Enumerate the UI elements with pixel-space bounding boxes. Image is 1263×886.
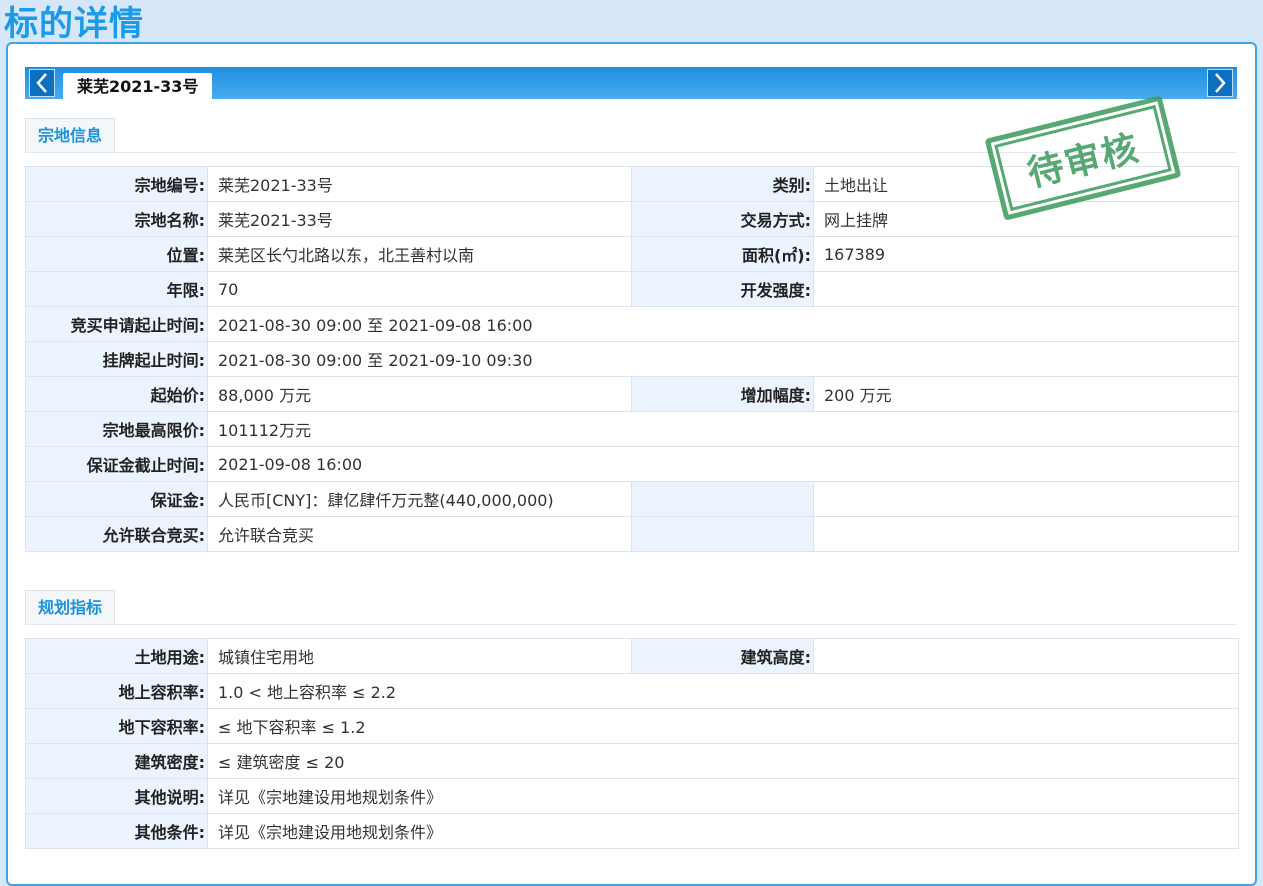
parcel-info-table: 宗地编号: 莱芜2021-33号 类别: 土地出让 宗地名称: 莱芜2021-33号 交易方… xyxy=(25,166,1239,552)
table-row: 地上容积率: 1.0 < 地上容积率 ≤ 2.2 xyxy=(25,673,1239,709)
section-header-planning: 规划指标 xyxy=(25,590,1237,625)
field-label: 建筑高度: xyxy=(631,638,814,674)
table-row: 土地用途: 城镇住宅用地 建筑高度: xyxy=(25,638,1239,674)
field-value: 88,000 万元 xyxy=(207,376,632,412)
field-value: 167389 xyxy=(813,236,1239,272)
field-label: 其他条件: xyxy=(25,813,208,849)
chevron-right-icon xyxy=(1215,73,1226,93)
field-value: 莱芜2021-33号 xyxy=(207,166,632,202)
table-row: 起始价: 88,000 万元 增加幅度: 200 万元 xyxy=(25,376,1239,412)
field-value: ≤ 建筑密度 ≤ 20 xyxy=(207,743,1239,779)
field-value: ≤ 地下容积率 ≤ 1.2 xyxy=(207,708,1239,744)
field-value: 200 万元 xyxy=(813,376,1239,412)
field-value xyxy=(813,271,1239,307)
planning-info-table: 土地用途: 城镇住宅用地 建筑高度: 地上容积率: 1.0 < 地上容积率 ≤ 2.2 地… xyxy=(25,638,1239,849)
table-row: 其他说明: 详见《宗地建设用地规划条件》 xyxy=(25,778,1239,814)
field-label: 地下容积率: xyxy=(25,708,208,744)
table-row: 保证金截止时间: 2021-09-08 16:00 xyxy=(25,446,1239,482)
table-row: 竞买申请起止时间: 2021-08-30 09:00 至 2021-09-08 1… xyxy=(25,306,1239,342)
table-row: 保证金: 人民币[CNY]：肆亿肆仟万元整(440,000,000) xyxy=(25,481,1239,517)
field-label: 面积(㎡): xyxy=(631,236,814,272)
field-value: 1.0 < 地上容积率 ≤ 2.2 xyxy=(207,673,1239,709)
field-value: 101112万元 xyxy=(207,411,1239,447)
field-label: 宗地最高限价: xyxy=(25,411,208,447)
field-label: 其他说明: xyxy=(25,778,208,814)
field-label xyxy=(631,481,814,517)
field-label: 土地用途: xyxy=(25,638,208,674)
field-label: 开发强度: xyxy=(631,271,814,307)
field-label: 保证金: xyxy=(25,481,208,517)
field-label: 允许联合竞买: xyxy=(25,516,208,552)
field-label: 地上容积率: xyxy=(25,673,208,709)
field-label: 建筑密度: xyxy=(25,743,208,779)
field-value xyxy=(813,481,1239,517)
field-label: 竞买申请起止时间: xyxy=(25,306,208,342)
field-value: 允许联合竞买 xyxy=(207,516,632,552)
field-label: 宗地名称: xyxy=(25,201,208,237)
field-value: 详见《宗地建设用地规划条件》 xyxy=(207,778,1239,814)
field-label: 宗地编号: xyxy=(25,166,208,202)
table-row: 建筑密度: ≤ 建筑密度 ≤ 20 xyxy=(25,743,1239,779)
field-label: 保证金截止时间: xyxy=(25,446,208,482)
section-tab-parcel[interactable]: 宗地信息 xyxy=(25,118,116,152)
table-row: 允许联合竞买: 允许联合竞买 xyxy=(25,516,1239,552)
field-value: 莱芜区长勺北路以东，北王善村以南 xyxy=(207,236,632,272)
page-title: 标的详情 xyxy=(4,4,144,44)
field-value: 人民币[CNY]：肆亿肆仟万元整(440,000,000) xyxy=(207,481,632,517)
table-row: 年限: 70 开发强度: xyxy=(25,271,1239,307)
table-row: 宗地最高限价: 101112万元 xyxy=(25,411,1239,447)
table-row: 其他条件: 详见《宗地建设用地规划条件》 xyxy=(25,813,1239,849)
field-label: 起始价: xyxy=(25,376,208,412)
field-value: 2021-08-30 09:00 至 2021-09-08 16:00 xyxy=(207,306,1239,342)
field-value xyxy=(813,516,1239,552)
tab-bar: 莱芜2021-33号 xyxy=(25,67,1237,101)
field-label: 挂牌起止时间: xyxy=(25,341,208,377)
field-value: 2021-09-08 16:00 xyxy=(207,446,1239,482)
tab-parcel[interactable]: 莱芜2021-33号 xyxy=(63,73,213,101)
field-value xyxy=(813,638,1239,674)
section-tab-planning[interactable]: 规划指标 xyxy=(25,590,116,624)
field-label: 增加幅度: xyxy=(631,376,814,412)
field-value: 70 xyxy=(207,271,632,307)
table-row: 地下容积率: ≤ 地下容积率 ≤ 1.2 xyxy=(25,708,1239,744)
next-tab-button[interactable] xyxy=(1207,69,1233,97)
field-label xyxy=(631,516,814,552)
table-row: 位置: 莱芜区长勺北路以东，北王善村以南 面积(㎡): 167389 xyxy=(25,236,1239,272)
field-value: 详见《宗地建设用地规划条件》 xyxy=(207,813,1239,849)
field-label: 位置: xyxy=(25,236,208,272)
field-value: 莱芜2021-33号 xyxy=(207,201,632,237)
field-label: 类别: xyxy=(631,166,814,202)
field-value: 2021-08-30 09:00 至 2021-09-10 09:30 xyxy=(207,341,1239,377)
chevron-left-icon xyxy=(36,73,47,93)
prev-tab-button[interactable] xyxy=(29,69,55,97)
table-row: 挂牌起止时间: 2021-08-30 09:00 至 2021-09-10 09:… xyxy=(25,341,1239,377)
field-label: 交易方式: xyxy=(631,201,814,237)
field-value: 城镇住宅用地 xyxy=(207,638,632,674)
field-label: 年限: xyxy=(25,271,208,307)
